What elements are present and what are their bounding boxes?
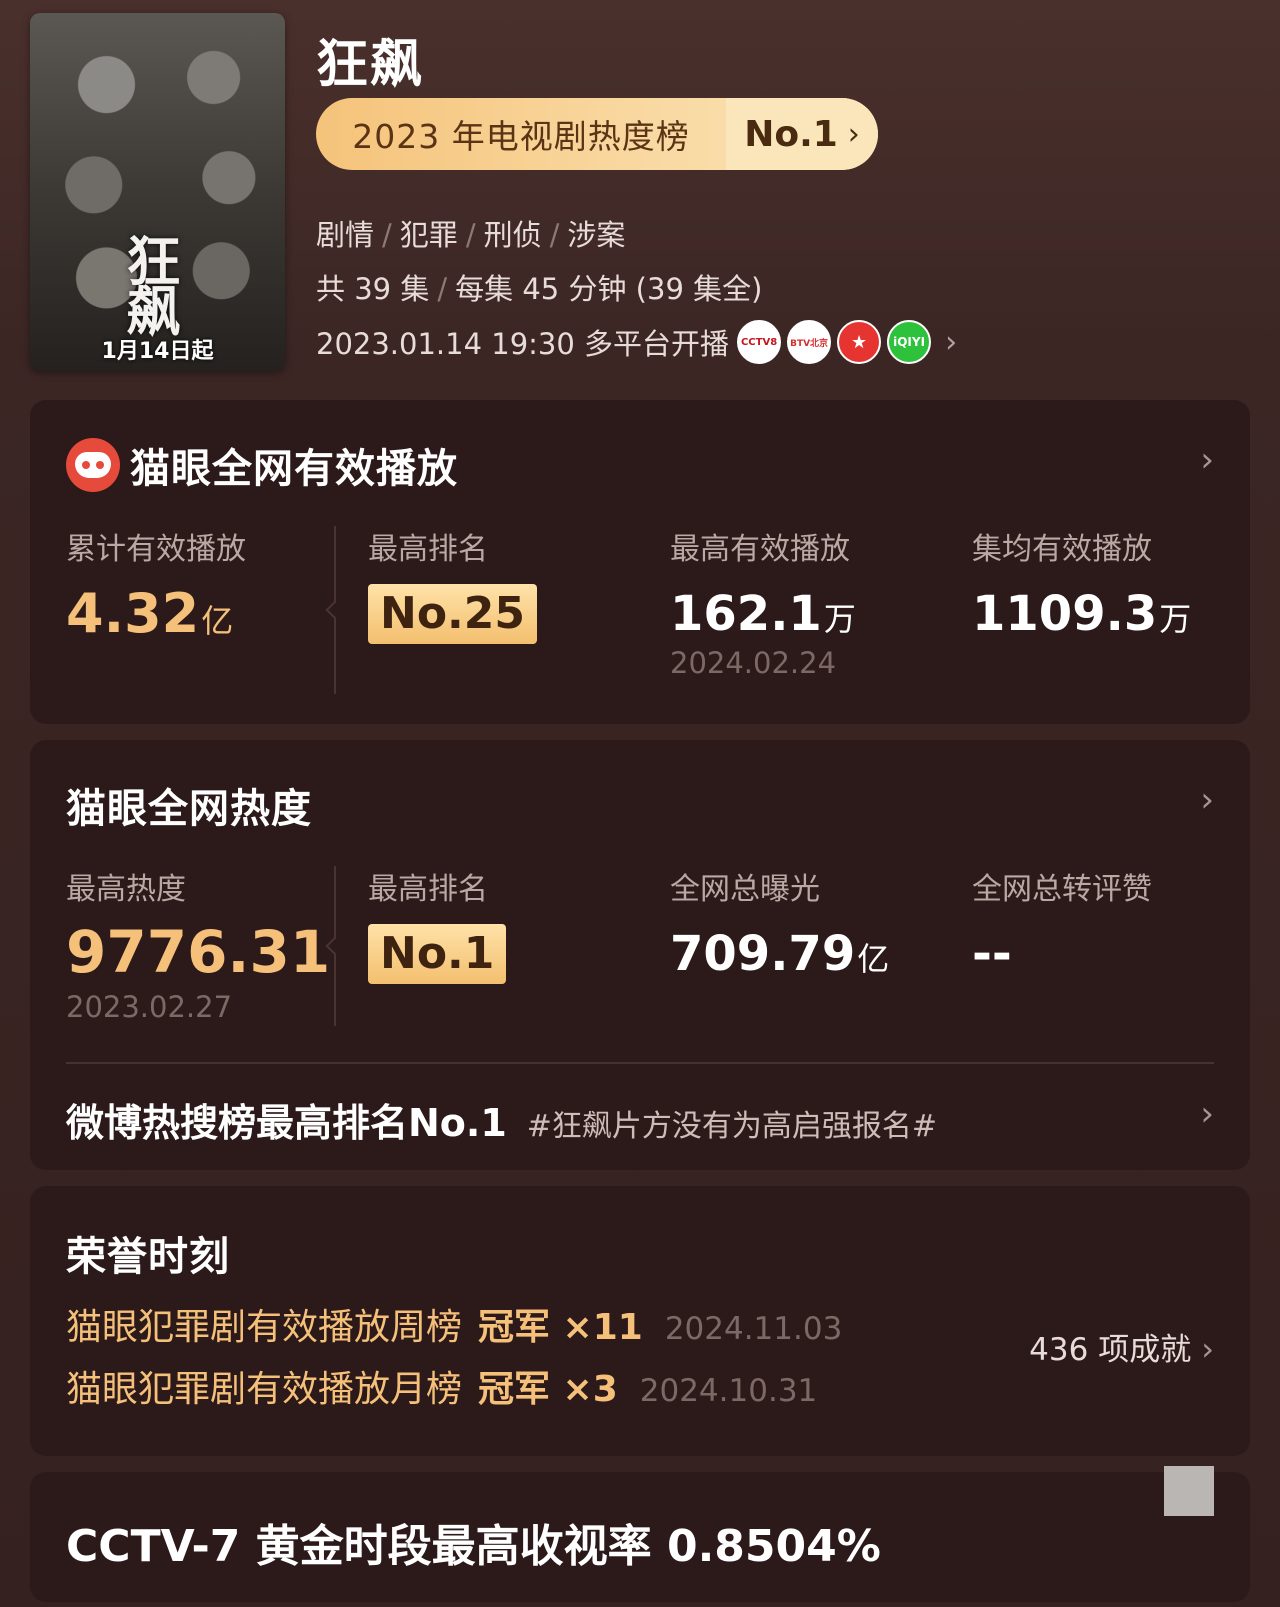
honor-champ: 冠军 ×11: [478, 1307, 643, 1348]
stat-value: 162.1万: [670, 586, 856, 642]
divider: [66, 1062, 1214, 1064]
btv-logo-icon: BTV北京: [787, 320, 832, 364]
weibo-rank-text: 微博热搜榜最高排名No.1: [66, 1101, 507, 1145]
stat-label: 集均有效播放: [972, 532, 1152, 567]
premiere-text: 2023.01.14 19:30 多平台开播: [316, 327, 730, 361]
achievements-link[interactable]: 436 项成就 ›: [1029, 1324, 1214, 1369]
avg-playback-stat: 集均有效播放 1109.3万: [972, 524, 1191, 642]
peak-playback-stat: 最高有效播放 162.1万 2024.02.24: [670, 524, 856, 680]
engagement-stat: 全网总转评赞 --: [972, 864, 1152, 982]
peak-heat-stat: 最高热度 9776.31 2023.02.27: [66, 864, 330, 1024]
rank-pill-button[interactable]: 2023 年电视剧热度榜 No.1 ›: [316, 98, 878, 170]
honor-champ: 冠军 ×3: [478, 1369, 618, 1410]
stat-value: 1109.3万: [972, 586, 1192, 642]
premiere-row[interactable]: 2023.01.14 19:30 多平台开播 CCTV8 BTV北京 ★ iQI…: [316, 320, 957, 364]
genre-item: 剧情: [316, 218, 375, 252]
exposure-stat: 全网总曝光 709.79亿: [670, 864, 889, 982]
poster-image[interactable]: 狂飙 1月14日起: [30, 13, 285, 371]
iqiyi-logo-icon: iQIYI: [887, 320, 932, 364]
genre-item: 涉案: [567, 218, 626, 252]
rank-value-box: No.1 ›: [726, 98, 878, 170]
chevron-right-icon: ›: [945, 324, 958, 360]
stat-label: 最高有效播放: [670, 532, 850, 567]
rank-badge: No.25: [368, 584, 537, 644]
episode-count: 共 39 集: [316, 272, 430, 306]
honors-title: 荣誉时刻: [66, 1234, 230, 1280]
weibo-hot-search-row[interactable]: 微博热搜榜最高排名No.1 #狂飙片方没有为高启强报名#: [66, 1092, 937, 1147]
stat-value: 709.79亿: [670, 926, 890, 982]
poster-title: 狂飙: [117, 233, 181, 333]
chevron-right-icon: ›: [1200, 1094, 1214, 1134]
show-header: 狂飙 1月14日起 狂飙 2023 年电视剧热度榜 No.1 › 剧情 / 犯罪 / 刑…: [0, 0, 1280, 390]
stat-value: 9776.31: [66, 918, 331, 986]
stat-label: 最高热度: [66, 872, 186, 907]
dragon-tv-logo-icon: ★: [837, 320, 882, 364]
playback-card[interactable]: 猫眼全网有效播放 › 累计有效播放 4.32亿 最高排名 No.25 最高有效播…: [30, 400, 1250, 724]
honor-date: 2024.10.31: [639, 1373, 818, 1409]
episode-info: 共 39 集 / 每集 45 分钟 (39 集全): [316, 272, 763, 306]
rank-value: No.1: [744, 113, 838, 155]
genre-item: 刑侦: [483, 218, 542, 252]
episode-length: 每集 45 分钟 (39 集全): [455, 272, 763, 306]
chevron-right-icon: ›: [1200, 780, 1214, 820]
stat-value: 4.32亿: [66, 582, 234, 645]
honor-title: 猫眼犯罪剧有效播放周榜: [66, 1307, 463, 1348]
top-rank-stat: 最高排名 No.25: [368, 524, 537, 644]
cumulative-stat: 累计有效播放 4.32亿: [66, 524, 246, 645]
show-title: 狂飙: [316, 35, 425, 95]
top-heat-rank-stat: 最高排名 No.1: [368, 864, 507, 984]
rating-text: CCTV-7 黄金时段最高收视率 0.8504%: [66, 1521, 881, 1572]
genre-item: 犯罪: [399, 218, 458, 252]
stat-label: 全网总曝光: [670, 872, 820, 907]
rank-label: 2023 年电视剧热度榜: [352, 117, 690, 156]
achievements-count: 436 项成就: [1029, 1332, 1192, 1368]
divider: [334, 866, 336, 1026]
platform-list: CCTV8 BTV北京 ★ iQIYI: [737, 320, 937, 364]
stat-label: 最高排名: [368, 872, 488, 907]
heat-title: 猫眼全网热度: [66, 786, 312, 832]
chevron-right-icon: ›: [1200, 440, 1214, 480]
floating-square-button[interactable]: [1164, 1466, 1214, 1516]
honor-item: 猫眼犯罪剧有效播放周榜 冠军 ×11 2024.11.03: [66, 1298, 842, 1350]
weibo-hashtag: #狂飙片方没有为高启强报名#: [526, 1109, 938, 1144]
playback-title: 猫眼全网有效播放: [130, 446, 458, 492]
stat-date: 2023.02.27: [66, 990, 233, 1024]
honor-date: 2024.11.03: [664, 1311, 843, 1347]
chevron-right-icon: ›: [1201, 1330, 1214, 1368]
stat-label: 最高排名: [368, 532, 488, 567]
honor-title: 猫眼犯罪剧有效播放月榜: [66, 1369, 463, 1410]
honor-item: 猫眼犯罪剧有效播放月榜 冠军 ×3 2024.10.31: [66, 1360, 817, 1412]
stat-value: --: [972, 926, 1012, 982]
stat-label: 全网总转评赞: [972, 872, 1152, 907]
rank-badge: No.1: [368, 924, 507, 984]
poster-date: 1月14日起: [101, 339, 214, 364]
cctv8-logo-icon: CCTV8: [737, 320, 782, 364]
maoyan-cat-icon: [66, 438, 120, 492]
chevron-right-icon: ›: [847, 116, 860, 152]
heat-card[interactable]: 猫眼全网热度 › 最高热度 9776.31 2023.02.27 最高排名 No…: [30, 740, 1250, 1170]
rating-card: CCTV-7 黄金时段最高收视率 0.8504%: [30, 1472, 1250, 1602]
stat-label: 累计有效播放: [66, 532, 246, 567]
honors-card[interactable]: 荣誉时刻 猫眼犯罪剧有效播放周榜 冠军 ×11 2024.11.03 猫眼犯罪剧…: [30, 1186, 1250, 1456]
divider: [334, 526, 336, 694]
stat-date: 2024.02.24: [670, 646, 837, 680]
genre-list: 剧情 / 犯罪 / 刑侦 / 涉案: [316, 218, 626, 252]
